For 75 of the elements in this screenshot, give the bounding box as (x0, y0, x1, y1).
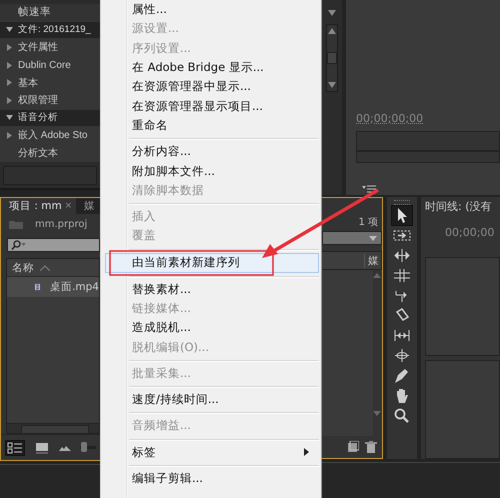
caret-down-icon (369, 236, 377, 240)
scrollbar[interactable] (373, 270, 382, 436)
caret-right-icon[interactable] (6, 132, 13, 139)
caret-down-icon (328, 10, 336, 16)
caret-down-icon (373, 411, 381, 416)
menu-item[interactable]: 在资源管理器显示项目... (101, 96, 321, 116)
scroll-thumb[interactable] (21, 425, 89, 434)
menu-item[interactable]: 由当前素材新建序列 (105, 252, 319, 273)
metadata-label: 语音分析 (18, 111, 58, 124)
timecode[interactable]: 00;00;00 (425, 218, 500, 253)
metadata-label: 帧速率 (18, 5, 51, 20)
scroll-bar[interactable] (356, 151, 500, 163)
menu-item[interactable]: 附加脚本文件... (101, 161, 321, 181)
metadata-label: 嵌入 Adobe Sto (18, 128, 88, 142)
film-icon (35, 281, 40, 293)
column-header[interactable]: 媒 (364, 254, 379, 268)
project-file-name: mm.prproj (35, 218, 88, 230)
list-view-button[interactable] (5, 440, 25, 456)
scrollbar[interactable] (7, 423, 99, 433)
file-row[interactable]: 桌面.mp4 (7, 277, 99, 297)
menu-item[interactable]: 替换素材... (101, 280, 321, 299)
menu-item[interactable]: 编辑子剪辑... (101, 468, 321, 488)
sort-caret-icon (40, 264, 50, 270)
menu-item[interactable]: 标签 (101, 442, 321, 462)
trash-icon (365, 441, 377, 453)
metadata-label: Dublin Core (18, 60, 71, 71)
tool-button[interactable] (392, 346, 412, 365)
close-icon[interactable]: × (64, 201, 72, 211)
split-arrows-icon (392, 246, 412, 265)
metadata-label: 分析文本 (18, 146, 58, 160)
caret-up-icon (373, 273, 381, 278)
caret-right-icon[interactable] (6, 62, 13, 69)
metadata-label: 基本 (18, 76, 38, 90)
slider-thumb[interactable] (80, 442, 87, 452)
search-icon (11, 240, 27, 250)
search-field[interactable] (7, 238, 100, 252)
menu-item[interactable]: 造成脱机... (101, 318, 321, 338)
tool-button[interactable] (392, 266, 412, 285)
icon-view-button[interactable] (34, 440, 50, 454)
mountain-icon (59, 444, 71, 450)
panel-title[interactable]: 时间线: (没有 (425, 197, 500, 214)
dropdown[interactable] (322, 231, 382, 245)
submenu-arrow-icon (304, 448, 309, 456)
folder-icon (9, 219, 23, 229)
menu-item[interactable]: 在 Adobe Bridge 显示... (101, 58, 321, 78)
tool-button[interactable] (392, 206, 412, 225)
item-count: 1 项 (358, 216, 379, 229)
scroll-thumb[interactable] (327, 52, 337, 64)
menu-item[interactable]: 属性... (101, 0, 321, 20)
metadata-label: 权限管理 (18, 94, 58, 108)
metadata-label: 文件属性 (18, 40, 58, 54)
metadata-label: 文件: 20161219_ (18, 23, 91, 36)
caret-down-icon (328, 82, 336, 88)
column-header[interactable]: 名称 (12, 260, 34, 274)
caret-up-icon (328, 28, 336, 34)
caret-right-icon[interactable] (6, 79, 13, 86)
tab-label: 媒 (84, 199, 96, 213)
tool-button[interactable] (392, 246, 412, 265)
caret-down-icon[interactable] (6, 26, 13, 34)
panel-tab[interactable]: 媒 (76, 198, 100, 214)
tab-label: 项目 : mm (9, 199, 62, 213)
caret-right-icon[interactable] (6, 96, 13, 104)
menu-item[interactable]: 速度/持续时间... (101, 390, 321, 410)
menu-item[interactable]: 分析内容... (101, 142, 321, 162)
panel-tab[interactable]: 项目 : mm × (1, 198, 76, 214)
menu-item[interactable]: 在资源管理器中显示... (101, 77, 321, 96)
new-item-icon (347, 441, 359, 453)
scrollbar[interactable] (326, 24, 338, 92)
oval-arrows-icon (392, 346, 412, 365)
panel-menu-icon (362, 184, 376, 194)
cross-lines-icon (392, 266, 412, 285)
caret-right-icon[interactable] (6, 44, 13, 51)
menu-item[interactable]: 重命名 (101, 116, 321, 136)
caret-down-icon[interactable] (6, 114, 13, 122)
file-name: 桌面.mp4 (50, 280, 99, 294)
